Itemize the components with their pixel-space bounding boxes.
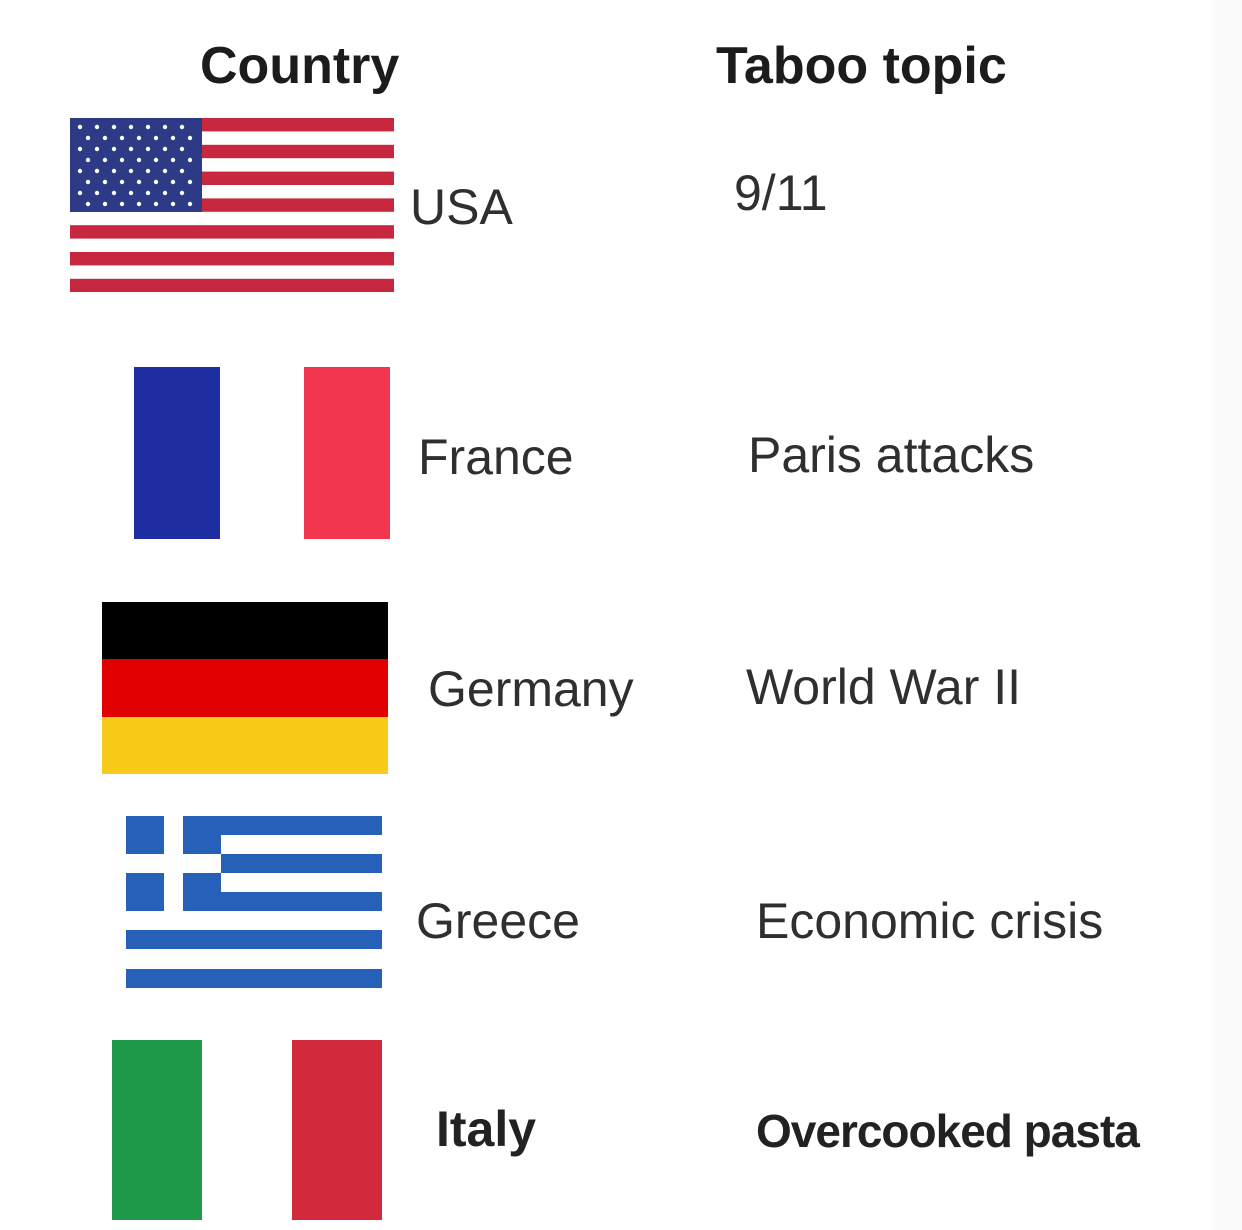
france-flag-icon: [134, 367, 390, 539]
usa-flag-icon: [70, 118, 394, 292]
greece-flag-icon: [126, 816, 382, 988]
topic-label-germany: World War II: [746, 659, 1022, 715]
country-label-usa: USA: [410, 179, 513, 235]
italy-flag-icon: [112, 1040, 382, 1220]
country-label-greece: Greece: [416, 893, 580, 949]
page-margin: [1212, 0, 1242, 1230]
topic-label-usa: 9/11: [734, 165, 828, 221]
topic-label-italy: Overcooked pasta: [756, 1105, 1140, 1157]
country-label-germany: Germany: [428, 661, 634, 717]
topic-label-greece: Economic crisis: [756, 893, 1104, 949]
taboo-topic-column-header: Taboo topic: [716, 37, 1007, 95]
topic-label-france: Paris attacks: [748, 427, 1035, 483]
country-label-france: France: [418, 429, 574, 485]
germany-flag-icon: [102, 602, 388, 774]
country-column-header: Country: [200, 37, 400, 95]
country-label-italy: Italy: [436, 1101, 537, 1157]
